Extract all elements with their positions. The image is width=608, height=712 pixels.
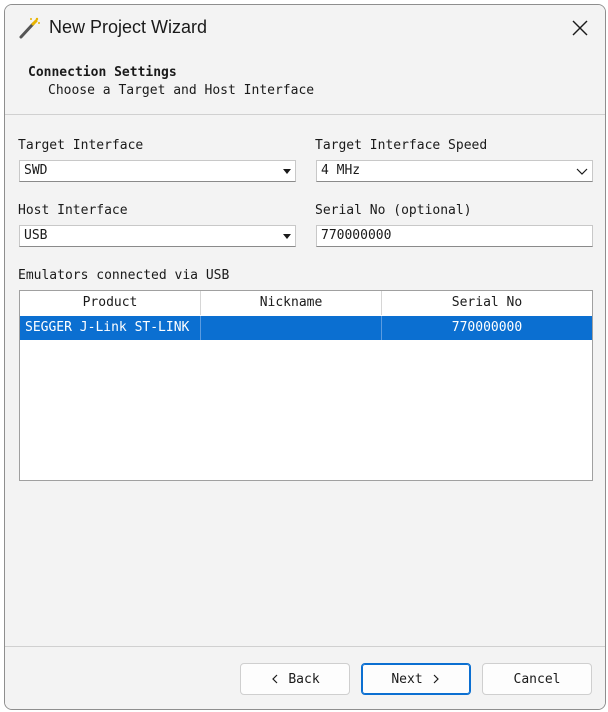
host-interface-select[interactable]: USB	[19, 225, 296, 247]
emulators-label: Emulators connected via USB	[18, 268, 230, 283]
target-speed-value: 4 MHz	[321, 163, 361, 178]
wizard-footer: Back Next Cancel	[5, 646, 605, 709]
table-row[interactable]: SEGGER J-Link ST-LINK 770000000	[20, 316, 592, 340]
title-bar: New Project Wizard	[5, 5, 605, 51]
chevron-left-icon	[272, 674, 278, 684]
next-button[interactable]: Next	[361, 663, 471, 695]
cancel-button[interactable]: Cancel	[482, 663, 592, 695]
target-speed-label: Target Interface Speed	[315, 138, 488, 153]
list-header: Product Nickname Serial No	[20, 291, 592, 315]
cell-serial: 770000000	[451, 320, 523, 335]
target-interface-label: Target Interface	[18, 138, 144, 153]
chevron-down-icon	[576, 168, 588, 175]
chevron-right-icon	[433, 674, 439, 684]
host-interface-value: USB	[24, 228, 48, 243]
host-interface-label: Host Interface	[18, 203, 128, 218]
column-header-serial[interactable]: Serial No	[382, 291, 592, 315]
close-button[interactable]	[555, 5, 605, 51]
window-title: New Project Wizard	[49, 17, 208, 37]
back-button[interactable]: Back	[240, 663, 350, 695]
close-icon	[572, 20, 588, 36]
page-title: Connection Settings	[28, 65, 177, 80]
target-interface-select[interactable]: SWD	[19, 160, 296, 182]
back-button-label: Back	[288, 671, 320, 687]
cell-product: SEGGER J-Link ST-LINK	[20, 316, 201, 340]
column-header-nickname[interactable]: Nickname	[201, 291, 382, 315]
wizard-window: New Project Wizard Connection Settings C…	[4, 4, 606, 710]
target-interface-value: SWD	[24, 163, 48, 178]
magic-wand-icon	[19, 17, 40, 39]
serial-input[interactable]: 770000000	[316, 225, 593, 247]
emulator-list[interactable]: Product Nickname Serial No SEGGER J-Link…	[19, 290, 593, 481]
wizard-content: Target Interface SWD Target Interface Sp…	[5, 116, 605, 646]
target-speed-select[interactable]: 4 MHz	[316, 160, 593, 182]
next-button-label: Next	[391, 671, 423, 687]
wizard-header: Connection Settings Choose a Target and …	[5, 51, 605, 115]
column-header-product[interactable]: Product	[20, 291, 201, 315]
page-subtitle: Choose a Target and Host Interface	[48, 83, 315, 98]
cell-nickname	[201, 316, 382, 340]
serial-label: Serial No (optional)	[315, 203, 472, 218]
dropdown-arrow-icon	[283, 169, 291, 174]
cancel-button-label: Cancel	[513, 671, 561, 687]
serial-input-value: 770000000	[321, 228, 392, 243]
dropdown-arrow-icon	[283, 234, 291, 239]
